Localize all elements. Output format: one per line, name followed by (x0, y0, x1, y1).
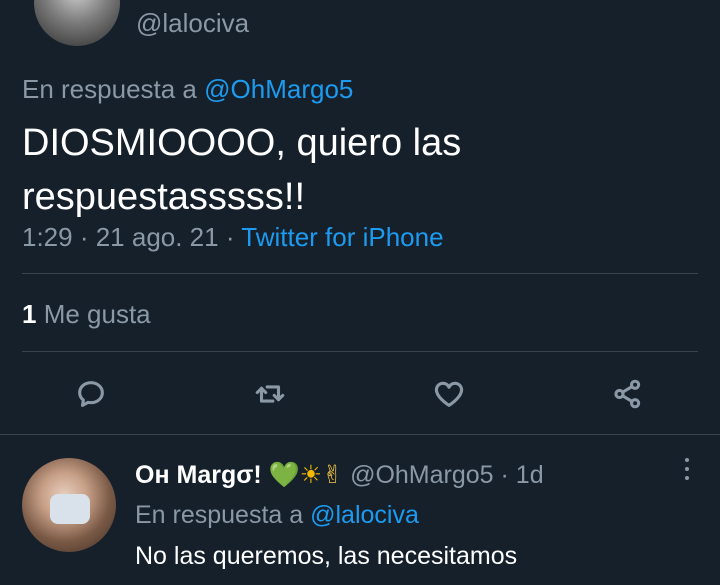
reply-author-name[interactable]: Oн Margσ! (135, 461, 262, 489)
tweet-source-link[interactable]: Twitter for iPhone (241, 222, 443, 252)
like-button[interactable] (429, 374, 469, 414)
reply-mention-link[interactable]: @lalociva (310, 501, 419, 529)
reply-author-avatar[interactable] (22, 458, 116, 552)
reply-mention-link[interactable]: @OhMargo5 (204, 74, 353, 104)
like-icon (434, 381, 464, 407)
likes-count: 1 (22, 299, 37, 329)
author-handle[interactable]: @lalociva (136, 8, 249, 39)
reply-button[interactable] (71, 374, 111, 414)
section-divider (0, 434, 720, 435)
divider (22, 351, 698, 352)
share-icon (614, 379, 641, 409)
reply-prefix: En respuesta a (135, 501, 311, 529)
more-options-icon[interactable] (682, 458, 692, 488)
tweet-meta: 1:29 · 21 ago. 21 · Twitter for iPhone (22, 222, 444, 253)
reply-text: No las queremos, las necesitamos (135, 542, 518, 570)
reply-icon (78, 381, 104, 407)
divider (22, 273, 698, 274)
reply-header: Oн Margσ! 💚☀✌ @OhMargo5 · 1d (135, 460, 544, 490)
victory-hand-icon: ✌ (322, 461, 344, 489)
reply-context: En respuesta a @OhMargo5 (22, 74, 353, 105)
tweet-actions (0, 374, 720, 414)
likes-stat[interactable]: 1 Me gusta (22, 299, 151, 330)
author-avatar[interactable] (34, 0, 120, 46)
green-heart-icon: 💚 (268, 461, 300, 489)
tweet-text: DIOSMIOOOO, quiero las respuestasssss!! (22, 122, 462, 218)
reply-author-handle-time[interactable]: @OhMargo5 · 1d (350, 461, 544, 489)
likes-label: Me gusta (36, 299, 151, 329)
tweet-timestamp[interactable]: 1:29 · 21 ago. 21 · (22, 222, 241, 252)
sun-icon: ☀ (299, 461, 323, 489)
reply-context: En respuesta a @lalociva (135, 501, 419, 530)
reply-prefix: En respuesta a (22, 74, 205, 104)
avatar-detail (50, 494, 90, 524)
share-button[interactable] (608, 374, 648, 414)
retweet-button[interactable] (250, 374, 290, 414)
retweet-icon (255, 385, 285, 403)
